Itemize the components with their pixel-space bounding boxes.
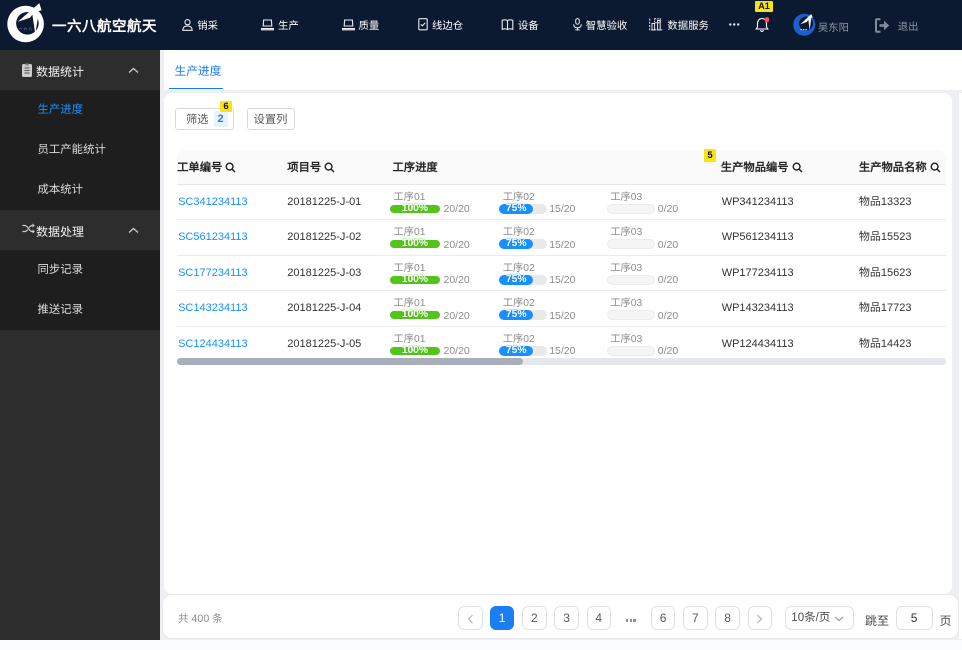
svg-text:一六八: 一六八: [19, 27, 34, 31]
